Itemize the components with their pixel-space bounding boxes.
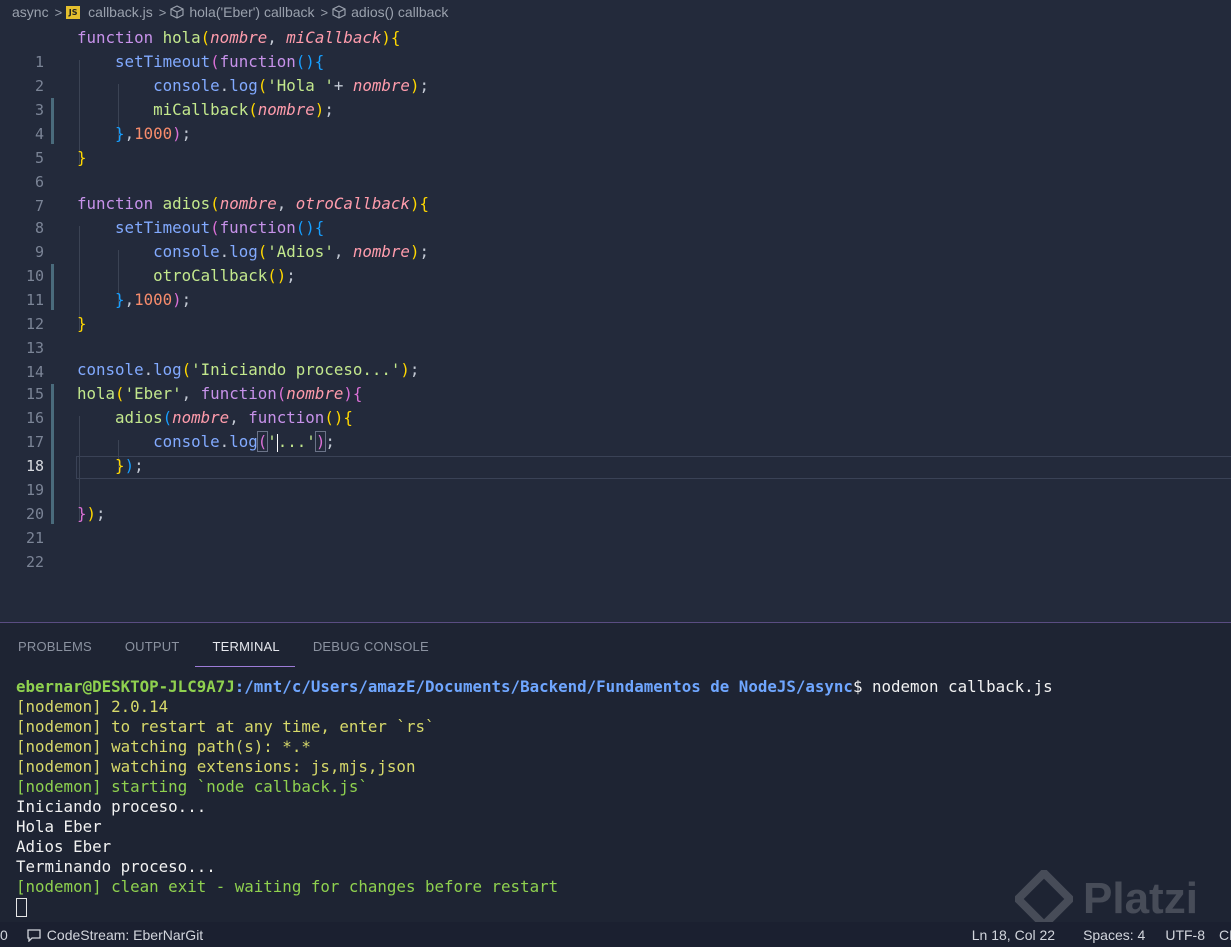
code-line[interactable]: 15 console.log('Iniciando proceso...'); <box>0 358 1231 403</box>
terminal-prompt: ebernar@DESKTOP-JLC9A7J:/mnt/c/Users/ama… <box>16 677 1053 696</box>
platzi-watermark: Platzi <box>1015 870 1198 928</box>
status-cursor-position[interactable]: Ln 18, Col 22 <box>962 927 1073 943</box>
terminal-line: [nodemon] watching path(s): *.* <box>16 737 311 756</box>
terminal-line: [nodemon] clean exit - waiting for chang… <box>16 877 559 896</box>
chat-icon <box>26 928 42 943</box>
code-line[interactable]: 14 <box>0 336 1231 381</box>
code-text: function hola(nombre, miCallback){ <box>77 28 401 47</box>
code-line[interactable]: 5 },1000); <box>0 122 1231 167</box>
code-text: } <box>77 314 87 333</box>
line-number: 22 <box>25 553 44 571</box>
terminal-line: [nodemon] 2.0.14 <box>16 697 169 716</box>
js-file-icon: JS <box>66 5 81 19</box>
tab-problems[interactable]: PROBLEMS <box>0 623 107 667</box>
status-codestream[interactable]: CodeStream: EberNarGit <box>16 927 213 943</box>
code-line[interactable]: 10 console.log('Adios', nombre); <box>0 240 1231 285</box>
status-problems-count[interactable]: 0 <box>0 927 16 943</box>
terminal-line: [nodemon] watching extensions: js,mjs,js… <box>16 757 416 776</box>
code-line[interactable]: 12 },1000); <box>0 288 1231 333</box>
code-text: }); <box>77 504 106 523</box>
status-line-ending[interactable]: CR <box>1219 927 1231 943</box>
code-text: } <box>77 148 87 167</box>
cube-icon <box>170 5 184 19</box>
code-line[interactable]: 8 function adios(nombre, otroCallback){ <box>0 192 1231 237</box>
terminal-output-line: Iniciando proceso... <box>16 797 207 816</box>
terminal-output-line: Terminando proceso... <box>16 857 216 876</box>
tab-terminal[interactable]: TERMINAL <box>194 623 295 667</box>
breadcrumb-symbol-2-label: adios() callback <box>351 4 449 20</box>
code-line[interactable]: 17 adios(nombre, function(){ <box>0 406 1231 451</box>
code-line[interactable]: 16 hola('Eber', function(nombre){ <box>0 382 1231 427</box>
code-line[interactable]: 7 <box>0 170 1231 215</box>
code-text: adios(nombre, function(){ <box>115 408 353 427</box>
code-text: setTimeout(function(){ <box>115 52 325 71</box>
breadcrumb-symbol-1-label: hola('Eber') callback <box>189 4 315 20</box>
code-text: console.log('Adios', nombre); <box>153 242 429 261</box>
code-text: console.log('Hola '+ nombre); <box>153 76 429 95</box>
terminal-output[interactable]: ebernar@DESKTOP-JLC9A7J:/mnt/c/Users/ama… <box>16 677 1053 917</box>
code-line[interactable]: 9 setTimeout(function(){ <box>0 216 1231 261</box>
code-line[interactable]: 19 }); <box>0 454 1231 499</box>
tab-debug-console[interactable]: DEBUG CONSOLE <box>295 623 444 667</box>
code-line[interactable]: 13 } <box>0 312 1231 357</box>
status-bar: 0 CodeStream: EberNarGit Ln 18, Col 22 S… <box>0 922 1231 947</box>
code-line[interactable]: 22 <box>0 526 1231 571</box>
code-text: console.log('Iniciando proceso...'); <box>77 360 420 379</box>
code-text: setTimeout(function(){ <box>115 218 325 237</box>
code-line[interactable]: 1 function hola(nombre, miCallback){ <box>0 26 1231 71</box>
status-indentation[interactable]: Spaces: 4 <box>1073 927 1155 943</box>
code-line[interactable]: 4 miCallback(nombre); <box>0 98 1231 143</box>
code-line[interactable]: 21 }); <box>0 502 1231 547</box>
code-editor[interactable]: 1 function hola(nombre, miCallback){ 2 s… <box>0 26 1231 586</box>
watermark-text: Platzi <box>1083 874 1198 923</box>
terminal-line: [nodemon] to restart at any time, enter … <box>16 717 435 736</box>
code-text: console.log('...'); <box>153 431 335 452</box>
chevron-right-icon: > <box>158 4 167 20</box>
chevron-right-icon: > <box>54 4 63 20</box>
terminal-cursor <box>16 898 27 917</box>
code-line-active[interactable]: 18 console.log('...'); <box>0 430 1231 475</box>
tab-output[interactable]: OUTPUT <box>107 623 195 667</box>
code-text: hola('Eber', function(nombre){ <box>77 384 363 403</box>
code-line[interactable]: 2 setTimeout(function(){ <box>0 50 1231 95</box>
breadcrumb-symbol-1[interactable]: hola('Eber') callback <box>170 4 315 20</box>
breadcrumb-file-label: callback.js <box>88 4 153 20</box>
code-line[interactable]: 11 otroCallback(); <box>0 264 1231 309</box>
terminal-output-line: Hola Eber <box>16 817 102 836</box>
breadcrumb-symbol-2[interactable]: adios() callback <box>332 4 448 20</box>
code-text: },1000); <box>115 290 192 309</box>
code-line[interactable]: 3 console.log('Hola '+ nombre); <box>0 74 1231 119</box>
chevron-right-icon: > <box>320 4 329 20</box>
terminal-output-line: Adios Eber <box>16 837 112 856</box>
code-text: otroCallback(); <box>153 266 296 285</box>
code-line[interactable]: 6 } <box>0 146 1231 191</box>
code-text: },1000); <box>115 124 192 143</box>
platzi-logo-icon <box>1015 870 1073 928</box>
breadcrumb-file[interactable]: JS callback.js <box>66 4 153 20</box>
panel-tabs: PROBLEMS OUTPUT TERMINAL DEBUG CONSOLE <box>0 623 444 667</box>
status-codestream-label: CodeStream: EberNarGit <box>46 926 204 943</box>
status-encoding[interactable]: UTF-8 <box>1155 927 1219 943</box>
breadcrumb-folder[interactable]: async <box>0 4 49 20</box>
breadcrumb: async > JS callback.js > hola('Eber') ca… <box>0 0 1231 24</box>
code-text: miCallback(nombre); <box>153 100 334 119</box>
code-text: }); <box>115 456 144 475</box>
code-text: function adios(nombre, otroCallback){ <box>77 194 429 213</box>
cube-icon <box>332 5 346 19</box>
code-line[interactable]: 20 <box>0 478 1231 523</box>
terminal-line: [nodemon] starting `node callback.js` <box>16 777 368 796</box>
